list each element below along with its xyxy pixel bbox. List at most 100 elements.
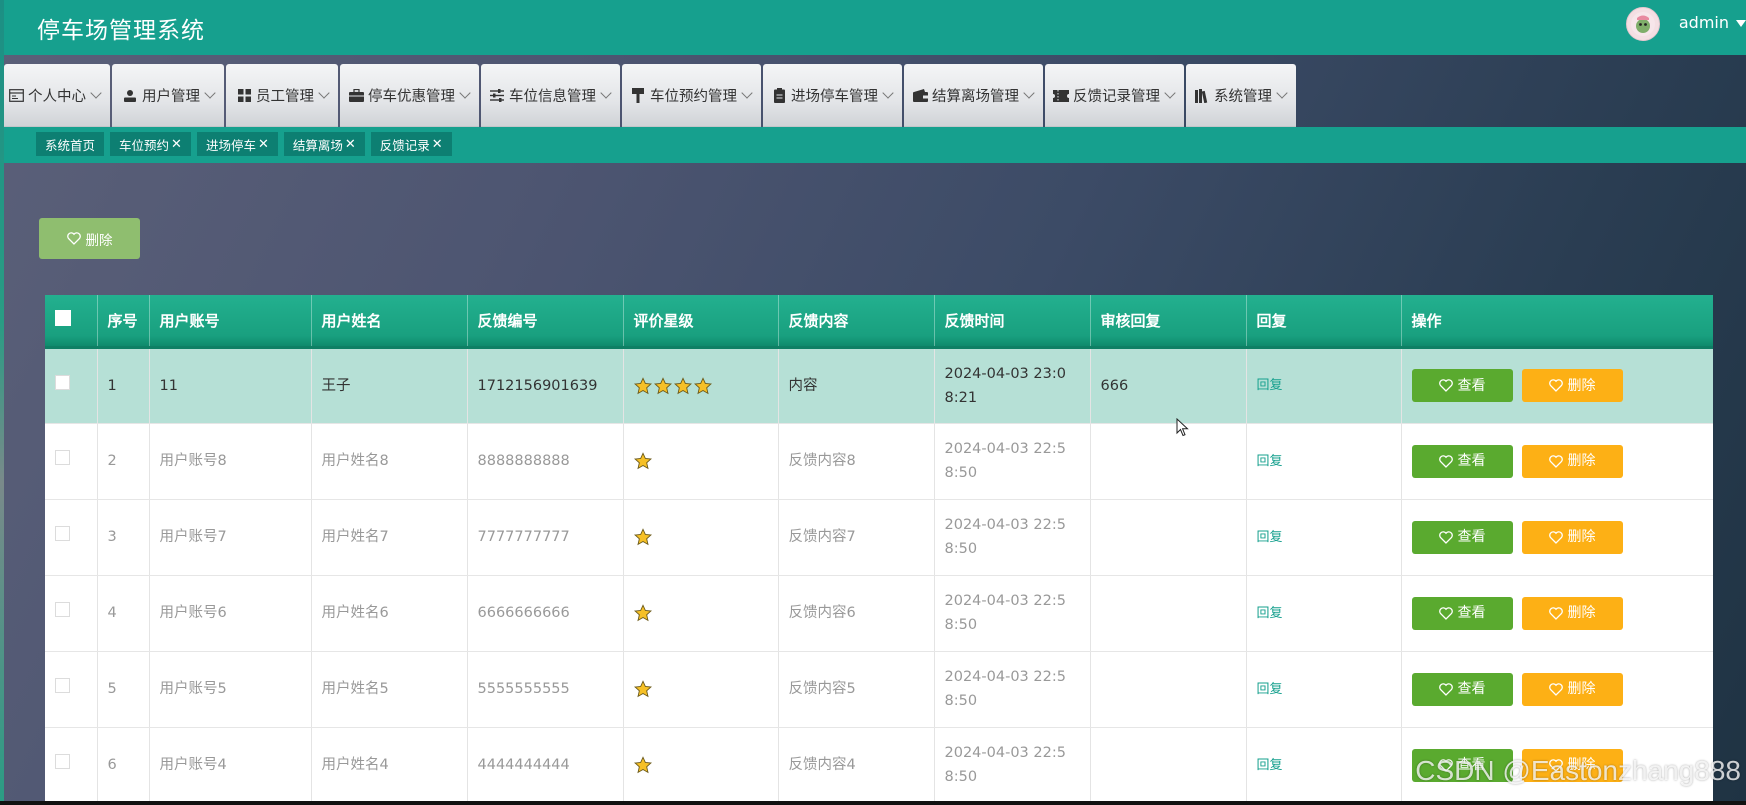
delete-label: 删除 (1567, 605, 1596, 621)
close-icon[interactable]: ✕ (432, 137, 443, 152)
cell-reply: 回复 (1246, 651, 1402, 728)
reply-link[interactable]: 回复 (1257, 454, 1283, 469)
menu-item-staff[interactable]: 员工管理 (226, 64, 338, 127)
cell-account: 11 (149, 347, 312, 424)
row-checkbox[interactable] (55, 602, 70, 617)
cell-time: 2024-04-03 22:58:50 (934, 727, 1091, 804)
menu-item-entry-parking[interactable]: 进场停车管理 (763, 64, 902, 127)
column-header: 回复 (1246, 295, 1402, 349)
tag-home[interactable]: 系统首页 (36, 132, 105, 156)
column-header: 评价星级 (623, 295, 779, 349)
column-header: 反馈时间 (934, 295, 1091, 349)
avatar[interactable] (1626, 7, 1660, 41)
menu-item-checkout[interactable]: 结算离场管理 (904, 64, 1043, 127)
table-header-row: 序号 用户账号 用户姓名 反馈编号 评价星级 反馈内容 反馈时间 审核回复 回复… (45, 295, 1713, 349)
view-button[interactable]: 查看 (1411, 672, 1513, 706)
chevron-down-icon (741, 86, 753, 99)
cell-reply: 回复 (1246, 575, 1402, 652)
cell-rating (623, 499, 779, 576)
menu-label: 车位信息管理 (509, 89, 596, 105)
cell-index: 5 (97, 651, 150, 728)
cell-feedback-code: 8888888888 (467, 423, 624, 500)
tag-label: 反馈记录 (379, 137, 430, 153)
view-button[interactable]: 查看 (1411, 596, 1513, 630)
heart-icon (1438, 530, 1453, 544)
view-button[interactable]: 查看 (1411, 444, 1513, 478)
cell-index: 2 (97, 423, 150, 500)
delete-label: 删除 (1567, 453, 1596, 469)
row-checkbox[interactable] (55, 374, 70, 390)
reply-link[interactable]: 回复 (1257, 378, 1283, 393)
menu-label: 停车优惠管理 (368, 89, 455, 105)
cell-time: 2024-04-03 22:58:50 (934, 499, 1091, 576)
reply-link[interactable]: 回复 (1257, 682, 1283, 697)
reply-link[interactable]: 回复 (1257, 606, 1283, 621)
row-checkbox[interactable] (55, 754, 70, 769)
menu-item-profile[interactable]: 个人中心 (4, 64, 110, 127)
menu-item-spaces[interactable]: 车位信息管理 (481, 64, 620, 127)
table-row[interactable]: 5 用户账号5 用户姓名5 5555555555 反馈内容5 2024-04-03 22:… (45, 651, 1713, 728)
view-label: 查看 (1457, 529, 1486, 545)
delete-button[interactable]: 删除 (1521, 672, 1623, 706)
cell-actions: 查看 删除 (1401, 651, 1713, 728)
heart-icon (1548, 379, 1563, 392)
tag-reservation[interactable]: 车位预约 ✕ (110, 132, 191, 156)
ticket-icon (1053, 88, 1069, 104)
table-row[interactable]: 1 11 王子 1712156901639 内容 2024-04-03 23:08:21 6… (45, 347, 1713, 424)
menu-item-users[interactable]: 用户管理 (112, 64, 224, 127)
heart-icon (1548, 606, 1563, 620)
tag-label: 车位预约 (119, 137, 170, 153)
username[interactable]: admin (1679, 13, 1729, 32)
menu-item-system[interactable]: 系统管理 (1186, 64, 1296, 127)
chevron-down-icon (1164, 86, 1176, 99)
cell-review (1090, 727, 1247, 804)
close-icon[interactable]: ✕ (258, 137, 269, 152)
user-icon (122, 88, 138, 104)
cell-rating (623, 423, 779, 500)
table-row[interactable]: 3 用户账号7 用户姓名7 7777777777 反馈内容7 2024-04-03 22:… (45, 499, 1713, 576)
star-icon (633, 452, 652, 470)
cell-content: 反馈内容5 (778, 651, 935, 728)
menu-item-reservations[interactable]: 车位预约管理 (622, 64, 761, 127)
cell-account: 用户账号8 (149, 423, 312, 500)
delete-button[interactable]: 删除 (1521, 444, 1623, 478)
chevron-down-icon (1276, 86, 1288, 99)
reply-link[interactable]: 回复 (1257, 758, 1283, 773)
tag-feedback[interactable]: 反馈记录 ✕ (370, 132, 452, 156)
reply-link[interactable]: 回复 (1257, 530, 1283, 545)
delete-button[interactable]: 删除 (1521, 596, 1623, 630)
column-header: 反馈内容 (778, 295, 935, 349)
delete-button[interactable]: 删除 (1521, 520, 1623, 554)
row-checkbox[interactable] (55, 526, 70, 541)
heart-icon (1438, 379, 1453, 392)
tag-entry-parking[interactable]: 进场停车 ✕ (196, 132, 278, 156)
feedback-table: 序号 用户账号 用户姓名 反馈编号 评价星级 反馈内容 反馈时间 审核回复 回复… (45, 295, 1713, 805)
menu-item-feedback[interactable]: 反馈记录管理 (1045, 64, 1184, 127)
table-row[interactable]: 4 用户账号6 用户姓名6 6666666666 反馈内容6 2024-04-03 22:… (45, 575, 1713, 652)
menu-label: 车位预约管理 (650, 89, 737, 105)
watermark: CSDN @Eastonzhang888 (1415, 755, 1741, 786)
close-icon[interactable]: ✕ (345, 137, 356, 152)
cell-actions: 查看 删除 (1401, 575, 1713, 652)
row-checkbox[interactable] (55, 450, 70, 465)
avatar-icon (1631, 12, 1655, 36)
tag-checkout[interactable]: 结算离场 ✕ (283, 132, 365, 156)
menu-item-discounts[interactable]: 停车优惠管理 (340, 64, 479, 127)
row-checkbox[interactable] (55, 678, 70, 693)
batch-delete-button[interactable]: 删除 (39, 218, 140, 259)
view-button[interactable]: 查看 (1411, 520, 1513, 554)
close-icon[interactable]: ✕ (171, 137, 182, 152)
view-button[interactable]: 查看 (1411, 369, 1513, 402)
user-menu-caret-icon[interactable] (1736, 20, 1746, 27)
cell-review (1090, 651, 1247, 728)
tag-label: 进场停车 (205, 137, 256, 153)
table-row[interactable]: 2 用户账号8 用户姓名8 8888888888 反馈内容8 2024-04-03 22:… (45, 423, 1713, 500)
cell-name: 用户姓名5 (311, 651, 468, 728)
cell-name: 用户姓名8 (311, 423, 468, 500)
row-select-cell (45, 347, 98, 424)
table-body: 1 11 王子 1712156901639 内容 2024-04-03 23:08:21 6… (45, 347, 1713, 804)
delete-button[interactable]: 删除 (1521, 369, 1623, 402)
select-all-checkbox[interactable] (55, 310, 71, 327)
chevron-down-icon (882, 86, 894, 99)
cell-content: 反馈内容8 (778, 423, 935, 500)
